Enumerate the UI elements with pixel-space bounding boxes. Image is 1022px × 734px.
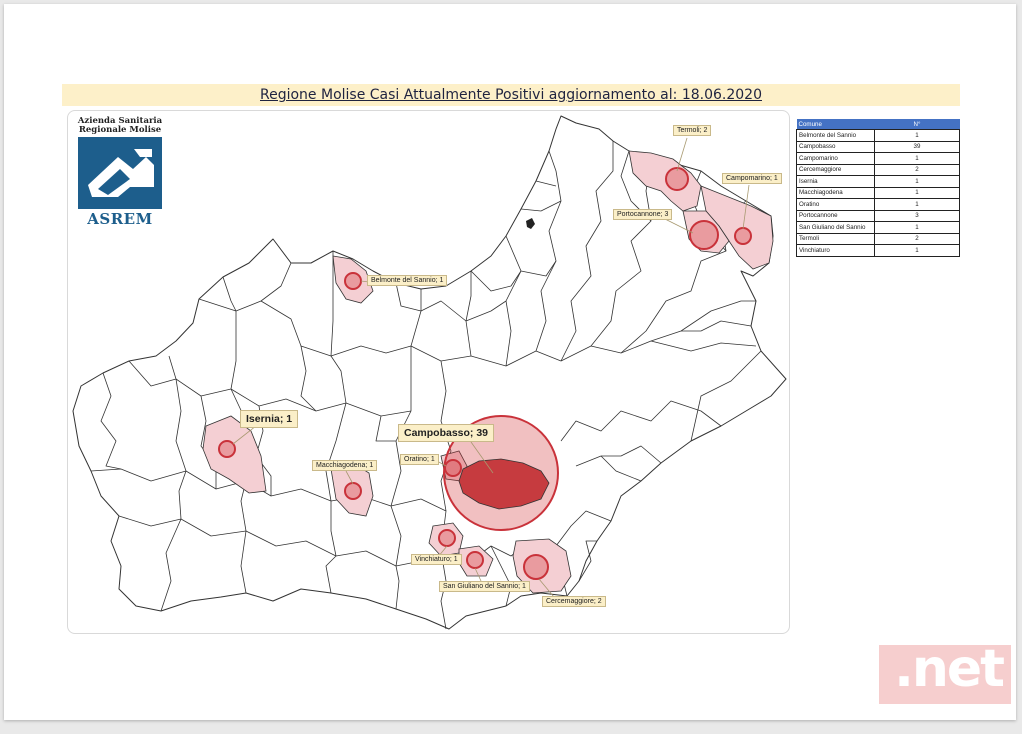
table-cell-count: 2 [874,163,960,176]
cercemaggiore-bubble [523,554,549,580]
san-giuliano-bubble [466,551,484,569]
table-cell-count: 1 [874,244,960,257]
table-cell-count: 3 [874,209,960,222]
table-cell-count: 2 [874,232,960,245]
watermark: .net [879,639,1011,704]
table-cell-count: 1 [874,198,960,211]
label-campobasso: Campobasso; 39 [398,424,495,442]
oratino-bubble [444,459,462,477]
title-bar: Regione Molise Casi Attualmente Positivi… [62,84,960,106]
table-cell-comune: Isernia [796,175,875,188]
table-header-count: N° [874,119,960,130]
table-row: Termoli 2 [796,232,960,245]
table-row: Macchiagodena 1 [796,186,960,199]
portocannone-bubble [689,220,719,250]
table-cell-comune: Macchiagodena [796,186,875,199]
table-cell-comune: Termoli [796,232,875,245]
table-cell-comune: Oratino [796,198,875,211]
label-macchiagodena: Macchiagodena; 1 [312,460,378,471]
table-row: Oratino 1 [796,198,960,211]
table-row: Belmonte del Sannio 1 [796,129,960,142]
label-san-giuliano: San Giuliano del Sannio; 1 [439,581,530,592]
table-cell-count: 1 [874,221,960,234]
campomarino-bubble [734,227,752,245]
label-cercemaggiore: Cercemaggiore; 2 [542,596,606,607]
label-termoli: Termoli; 2 [673,125,712,136]
table-cell-comune: Portocannone [796,209,875,222]
table-cell-comune: Cercemaggiore [796,163,875,176]
macchiagodena-bubble [344,482,362,500]
label-isernia: Isernia; 1 [240,410,299,428]
termoli-bubble [665,167,689,191]
table-row: Campobasso 39 [796,140,960,153]
vinchiaturo-bubble [438,529,456,547]
belmonte-bubble [344,272,362,290]
table-cell-comune: Campobasso [796,140,875,153]
page-title: Regione Molise Casi Attualmente Positivi… [260,87,762,103]
table-row: Campomarino 1 [796,152,960,165]
table-row: Vinchiaturo 1 [796,244,960,257]
table-cell-count: 39 [874,140,960,153]
logo-s-icon [88,149,154,197]
table-cell-comune: San Giuliano del Sannio [796,221,875,234]
label-portocannone: Portocannone; 3 [613,209,673,220]
label-oratino: Oratino; 1 [400,454,439,465]
table-header-row: Comune N° [796,119,960,130]
table-cell-comune: Vinchiaturo [796,244,875,257]
table-row: San Giuliano del Sannio 1 [796,221,960,234]
logo-emblem [78,137,162,209]
table-cell-count: 1 [874,129,960,142]
asrem-logo: Azienda Sanitaria Regionale Molise ASREM [74,117,166,229]
logo-name: ASREM [87,210,153,228]
table-row: Cercemaggiore 2 [796,163,960,176]
table-cell-count: 1 [874,175,960,188]
logo-line-2: Regionale Molise [78,125,162,135]
table-cell-comune: Belmonte del Sannio [796,129,875,142]
table-cell-comune: Campomarino [796,152,875,165]
table-row: Isernia 1 [796,175,960,188]
label-campomarino: Campomarino; 1 [722,173,782,184]
table-cell-count: 1 [874,152,960,165]
label-vinchiaturo: Vinchiaturo; 1 [411,554,462,565]
watermark-text: .net [894,639,1005,699]
isernia-bubble [218,440,236,458]
cases-table: Comune N° Belmonte del Sannio 1 Campobass… [796,119,960,257]
label-belmonte: Belmonte del Sannio; 1 [367,275,448,286]
table-header-comune: Comune [796,119,875,130]
table-row: Portocannone 3 [796,209,960,222]
table-cell-count: 1 [874,186,960,199]
